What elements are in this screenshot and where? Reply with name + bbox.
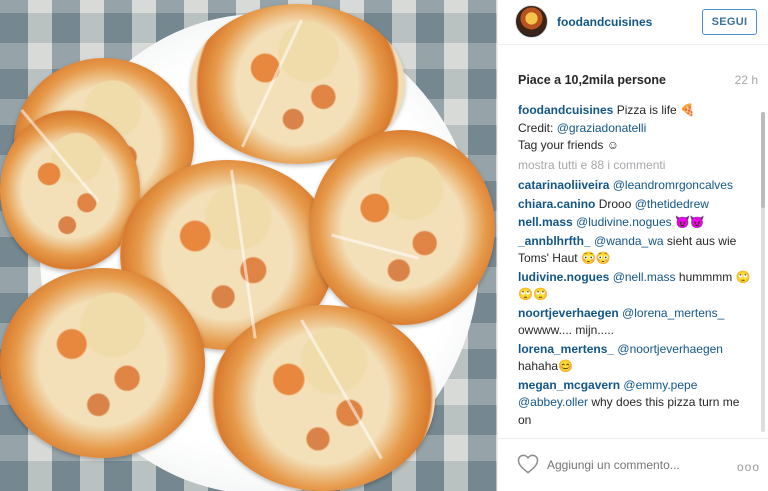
caption: foodandcuisines Pizza is life 🍕 Credit: … bbox=[518, 102, 754, 155]
comment: chiara.canino Drooo @thetidedrew bbox=[518, 196, 754, 214]
comment-username[interactable]: noortjeverhaegen bbox=[518, 306, 619, 320]
comment-text: owwww.... mijn..... bbox=[518, 323, 615, 337]
caption-username[interactable]: foodandcuisines bbox=[518, 103, 613, 117]
pizza bbox=[210, 305, 435, 491]
comment-mention[interactable]: @thetidedrew bbox=[635, 197, 709, 211]
author-username[interactable]: foodandcuisines bbox=[557, 15, 652, 29]
caption-credit-prefix: Credit: bbox=[518, 120, 554, 135]
scrollbar-thumb[interactable] bbox=[761, 112, 765, 208]
comment: catarinaoliiveira @leandromrgoncalves bbox=[518, 177, 754, 195]
comment-mention[interactable]: @leandromrgoncalves bbox=[613, 178, 733, 192]
comment-username[interactable]: lorena_mertens_ bbox=[518, 342, 614, 356]
pizza bbox=[0, 268, 205, 458]
comment-username[interactable]: ludivine.nogues bbox=[518, 270, 609, 284]
more-options-icon[interactable]: ooo bbox=[737, 460, 760, 474]
comment-text: Drooo bbox=[598, 196, 632, 211]
caption-credit-mention[interactable]: @graziadonatelli bbox=[557, 121, 647, 135]
comment-mention[interactable]: @emmy.pepe bbox=[623, 378, 697, 392]
comments-scrollbar[interactable] bbox=[761, 112, 765, 432]
post-photo[interactable] bbox=[0, 0, 497, 491]
comment: megan_mcgavern @emmy.pepe @abbey.oller w… bbox=[518, 377, 754, 430]
pizza bbox=[0, 110, 140, 270]
comment-input[interactable] bbox=[547, 458, 717, 472]
caption-line3: Tag your friends ☺ bbox=[518, 138, 619, 152]
comment-mention[interactable]: @nell.mass bbox=[613, 270, 676, 284]
show-all-comments-link[interactable]: mostra tutti e 88 i commenti bbox=[518, 157, 754, 175]
post-footer: ooo bbox=[498, 438, 768, 491]
post-panel: foodandcuisines SEGUI Piace a 10,2mila p… bbox=[497, 0, 768, 491]
likes-count[interactable]: Piace a 10,2mila persone bbox=[518, 73, 666, 87]
comment-username[interactable]: _annblhrfth_ bbox=[518, 234, 591, 248]
post-header: foodandcuisines SEGUI bbox=[498, 0, 768, 45]
pizza bbox=[310, 130, 495, 325]
comment-text: hahaha😊 bbox=[518, 359, 573, 373]
comment: nell.mass @ludivine.nogues 😈😈 bbox=[518, 214, 754, 232]
caption-text: Pizza is life 🍕 bbox=[616, 103, 695, 117]
heart-icon[interactable] bbox=[517, 454, 539, 474]
comments-list: foodandcuisines Pizza is life 🍕 Credit: … bbox=[518, 102, 754, 430]
comment-mention[interactable]: @noortjeverhaegen bbox=[617, 342, 723, 356]
comment: ludivine.nogues @nell.mass hummmm 🙄🙄🙄 bbox=[518, 269, 754, 304]
comment-mention[interactable]: @ludivine.nogues bbox=[576, 215, 672, 229]
comment: noortjeverhaegen @lorena_mertens_ owwww.… bbox=[518, 305, 754, 340]
comment-username[interactable]: chiara.canino bbox=[518, 197, 595, 211]
comment-username[interactable]: catarinaoliiveira bbox=[518, 178, 609, 192]
comment-mention[interactable]: @wanda_wa bbox=[594, 234, 664, 248]
avatar[interactable] bbox=[515, 5, 548, 38]
comment-username[interactable]: nell.mass bbox=[518, 215, 573, 229]
comment: lorena_mertens_ @noortjeverhaegen hahaha… bbox=[518, 341, 754, 376]
comment-text: 😈😈 bbox=[674, 215, 705, 229]
post-time[interactable]: 22 h bbox=[735, 73, 758, 87]
comment-mention[interactable]: @lorena_mertens_ bbox=[622, 306, 724, 320]
comment-mention[interactable]: @abbey.oller bbox=[518, 395, 588, 409]
comment: _annblhrfth_ @wanda_wa sieht aus wie Tom… bbox=[518, 233, 754, 268]
follow-button[interactable]: SEGUI bbox=[702, 9, 757, 35]
comment-username[interactable]: megan_mcgavern bbox=[518, 378, 620, 392]
